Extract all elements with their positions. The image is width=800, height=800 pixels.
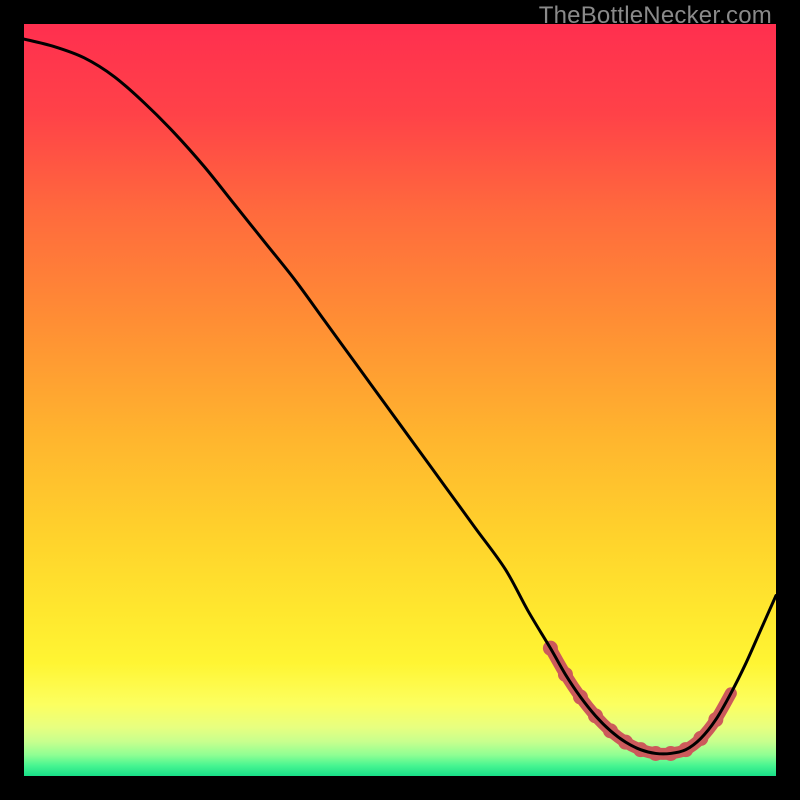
chart-frame: TheBottleNecker.com (0, 0, 800, 800)
gradient-background (24, 24, 776, 776)
watermark-text: TheBottleNecker.com (539, 2, 772, 30)
plot-svg (24, 24, 776, 776)
plot-area (24, 24, 776, 776)
